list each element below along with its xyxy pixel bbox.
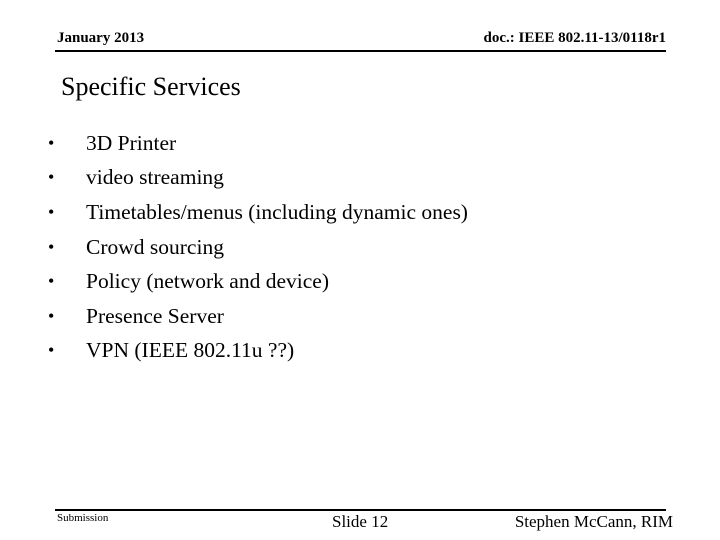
header-divider	[55, 50, 666, 52]
list-item: • Timetables/menus (including dynamic one…	[48, 195, 468, 230]
bullet-text: Presence Server	[86, 303, 224, 328]
bullet-icon: •	[48, 340, 55, 361]
bullet-text: video streaming	[86, 165, 224, 190]
list-item: • Policy (network and device)	[48, 264, 468, 299]
list-item: • Presence Server	[48, 299, 468, 334]
bullet-list: • 3D Printer • video streaming • Timetables…	[48, 126, 468, 368]
footer-author: Stephen McCann, RIM	[514, 512, 673, 531]
bullet-icon: •	[48, 271, 55, 292]
list-item: • VPN (IEEE 802.11u ??)	[48, 334, 468, 369]
bullet-icon: •	[48, 132, 55, 153]
bullet-text: Timetables/menus (including dynamic ones…	[86, 199, 468, 224]
list-item: • video streaming	[48, 161, 468, 196]
list-item: • Crowd sourcing	[48, 230, 468, 265]
list-item: • 3D Printer	[48, 126, 468, 161]
bullet-icon: •	[48, 305, 55, 326]
slide-title: Specific Services	[61, 72, 241, 101]
bullet-text: VPN (IEEE 802.11u ??)	[86, 338, 295, 363]
header-doc-id: doc.: IEEE 802.11-13/0118r1	[483, 30, 666, 46]
bullet-text: Crowd sourcing	[86, 234, 224, 259]
bullet-icon: •	[48, 167, 55, 188]
bullet-icon: •	[48, 201, 55, 222]
bullet-icon: •	[48, 236, 55, 257]
slide-number: Slide 12	[332, 512, 389, 531]
footer-submission: Submission	[57, 512, 109, 524]
bullet-text: 3D Printer	[86, 130, 177, 155]
footer-divider	[55, 509, 666, 511]
header-date: January 2013	[57, 30, 145, 46]
bullet-text: Policy (network and device)	[86, 269, 329, 294]
